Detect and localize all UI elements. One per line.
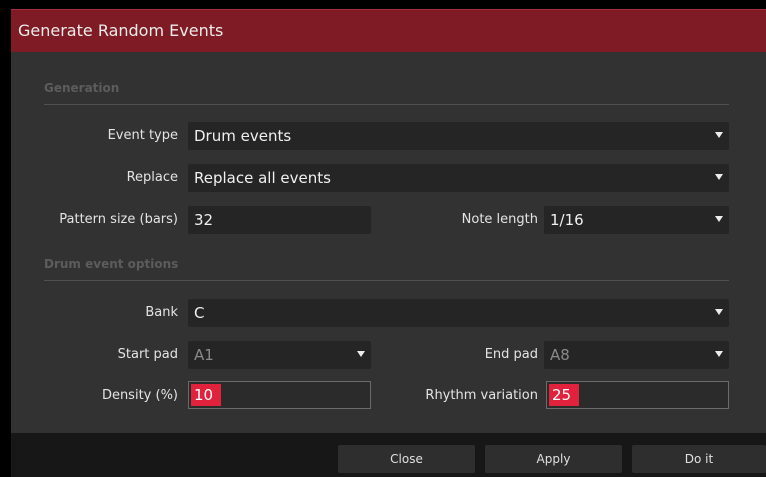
rhythm-variation-input[interactable]: 25 (546, 381, 729, 409)
start-pad-label: Start pad (117, 347, 178, 362)
bank-value: C (194, 304, 205, 322)
section-title-drum-options: Drum event options (44, 257, 179, 271)
event-type-value: Drum events (194, 127, 292, 145)
button-bar: Close Apply Do it (11, 433, 766, 477)
apply-button[interactable]: Apply (485, 445, 622, 473)
start-pad-value: A1 (194, 346, 214, 364)
dropdown-arrow-icon (715, 216, 723, 222)
title-bar[interactable]: Generate Random Events (11, 9, 766, 52)
bank-label: Bank (145, 305, 178, 320)
end-pad-value: A8 (550, 346, 570, 364)
section-divider (44, 104, 729, 105)
note-length-value: 1/16 (550, 211, 584, 229)
pattern-size-input[interactable]: 32 (188, 206, 371, 234)
dialog-title: Generate Random Events (18, 21, 224, 40)
section-title-generation: Generation (44, 81, 120, 95)
pattern-size-value: 32 (194, 211, 214, 229)
start-pad-dropdown[interactable]: A1 (188, 341, 371, 369)
dropdown-arrow-icon (715, 174, 723, 180)
dropdown-arrow-icon (715, 351, 723, 357)
close-button[interactable]: Close (338, 445, 475, 473)
event-type-dropdown[interactable]: Drum events (188, 122, 729, 150)
density-input[interactable]: 10 (188, 381, 371, 409)
do-it-button[interactable]: Do it (632, 445, 766, 473)
dropdown-arrow-icon (715, 309, 723, 315)
note-length-label: Note length (461, 212, 538, 227)
note-length-dropdown[interactable]: 1/16 (544, 206, 729, 234)
end-pad-label: End pad (484, 347, 538, 362)
dropdown-arrow-icon (357, 351, 365, 357)
replace-dropdown[interactable]: Replace all events (188, 164, 729, 192)
pattern-size-label: Pattern size (bars) (59, 212, 178, 227)
replace-value: Replace all events (194, 169, 331, 187)
rhythm-variation-label: Rhythm variation (425, 388, 538, 403)
replace-label: Replace (126, 170, 178, 185)
density-label: Density (%) (101, 388, 178, 403)
section-divider (44, 280, 729, 281)
dropdown-arrow-icon (715, 132, 723, 138)
density-value: 10 (194, 386, 214, 404)
end-pad-dropdown[interactable]: A8 (544, 341, 729, 369)
generate-random-events-dialog: Generate Random Events Generation Event … (11, 9, 766, 477)
event-type-label: Event type (107, 128, 178, 143)
bank-dropdown[interactable]: C (188, 299, 729, 327)
rhythm-variation-value: 25 (552, 386, 572, 404)
